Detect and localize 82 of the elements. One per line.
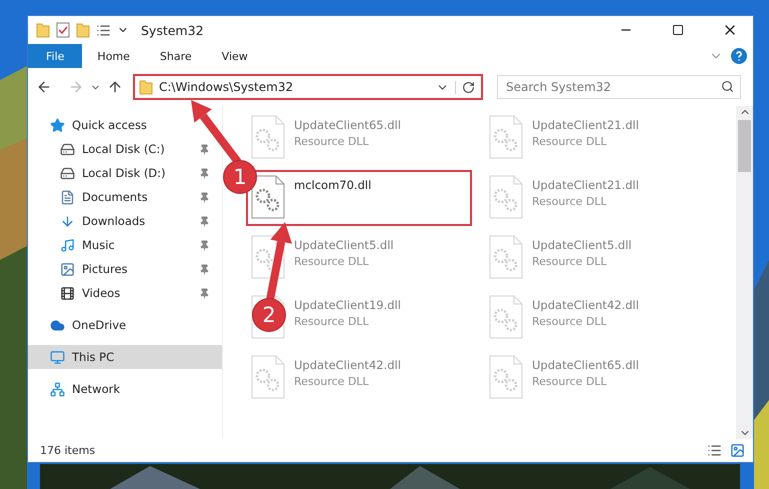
file-name: UpdateClient65.dll	[532, 358, 639, 372]
file-type: Resource DLL	[532, 255, 608, 268]
sidebar-label: Pictures	[82, 262, 129, 276]
sidebar-label: Videos	[82, 286, 122, 300]
gear-file-icon	[488, 294, 524, 340]
item-count: 176 items	[40, 444, 96, 457]
large-icons-view-icon[interactable]	[730, 443, 745, 458]
file-name: UpdateClient42.dll	[532, 298, 639, 312]
gear-file-icon	[488, 114, 524, 160]
address-bar[interactable]: C:\Windows\System32	[133, 74, 483, 100]
download-icon	[60, 214, 75, 228]
file-type: Resource DLL	[532, 195, 608, 208]
file-type: Resource DLL	[294, 135, 370, 148]
ribbon-tab[interactable]: Home	[82, 44, 145, 68]
window-title: System32	[141, 22, 205, 38]
up-icon[interactable]	[107, 79, 123, 95]
back-icon[interactable]	[36, 79, 52, 95]
sidebar-label: Quick access	[72, 118, 148, 132]
sidebar-item[interactable]: Local Disk (D:)	[28, 161, 216, 185]
gear-file-icon	[488, 174, 524, 220]
gear-file-icon	[488, 354, 524, 400]
sidebar-item[interactable]: Downloads	[28, 209, 216, 233]
sidebar-item[interactable]: Music	[28, 233, 216, 257]
file-type: Resource DLL	[294, 315, 370, 328]
file-type: Resource DLL	[294, 255, 370, 268]
gear-file-icon	[250, 174, 286, 220]
properties-icon[interactable]	[96, 22, 111, 38]
file-name: UpdateClient5.dll	[532, 238, 632, 252]
file-type: Resource DLL	[532, 135, 608, 148]
file-type: Resource DLL	[532, 315, 608, 328]
file-name: UpdateClient21.dll	[532, 118, 639, 132]
annotation-arrow	[191, 100, 242, 164]
ribbon-tab[interactable]: View	[206, 44, 263, 68]
sidebar-label: Documents	[82, 190, 149, 204]
checklist-icon[interactable]	[56, 22, 70, 38]
sidebar-item[interactable]: Local Disk (C:)	[28, 137, 216, 161]
sidebar-label: This PC	[72, 350, 116, 364]
file-type: Resource DLL	[294, 375, 370, 388]
sidebar-label: Music	[82, 238, 116, 252]
file-name: mclcom70.dll	[294, 178, 372, 192]
file-name: UpdateClient19.dll	[294, 298, 401, 312]
sidebar-item[interactable]: Documents	[28, 185, 216, 209]
star-icon	[50, 118, 65, 132]
help-icon[interactable]	[731, 48, 747, 64]
sidebar-item[interactable]: Pictures	[28, 257, 216, 281]
file-name: UpdateClient42.dll	[294, 358, 401, 372]
sidebar-label: Local Disk (C:)	[82, 142, 166, 156]
gear-file-icon	[250, 234, 286, 280]
scrollbar[interactable]	[736, 106, 753, 439]
sidebar-label: Network	[72, 382, 122, 396]
document-icon	[60, 190, 75, 204]
file-type: Resource DLL	[532, 375, 608, 388]
file-name: UpdateClient65.dll	[294, 118, 401, 132]
details-view-icon[interactable]	[707, 443, 722, 458]
network-icon	[50, 382, 65, 396]
sidebar-item[interactable]: OneDrive	[28, 313, 216, 337]
address-path: C:\Windows\System32	[159, 80, 294, 94]
file-item[interactable]: mclcom70.dll	[246, 170, 472, 226]
sidebar-item[interactable]: Network	[28, 377, 216, 401]
sidebar-label: Downloads	[82, 214, 146, 228]
maximize-icon[interactable]	[672, 24, 684, 36]
music-icon	[60, 238, 75, 252]
film-icon	[60, 286, 75, 300]
scrollbar-thumb[interactable]	[738, 120, 751, 172]
sidebar-item[interactable]: Quick access	[28, 113, 216, 137]
ribbon-tab[interactable]: File	[28, 44, 82, 68]
search-field[interactable]: Search System32	[497, 75, 741, 99]
search-icon	[721, 80, 734, 93]
sidebar-item[interactable]: This PC	[28, 345, 222, 369]
sidebar-item[interactable]: Videos	[28, 281, 216, 305]
monitor-icon	[50, 350, 65, 364]
file-name: UpdateClient21.dll	[532, 178, 639, 192]
sidebar-label: OneDrive	[72, 318, 128, 332]
cloud-icon	[50, 318, 65, 332]
gear-file-icon	[250, 114, 286, 160]
file-name: UpdateClient5.dll	[294, 238, 394, 252]
gear-file-icon	[250, 354, 286, 400]
gear-file-icon	[488, 234, 524, 280]
sidebar-label: Local Disk (D:)	[82, 166, 167, 180]
ribbon-tab[interactable]: Share	[144, 44, 207, 68]
folder-icon	[139, 79, 153, 95]
picture-icon	[60, 262, 75, 276]
